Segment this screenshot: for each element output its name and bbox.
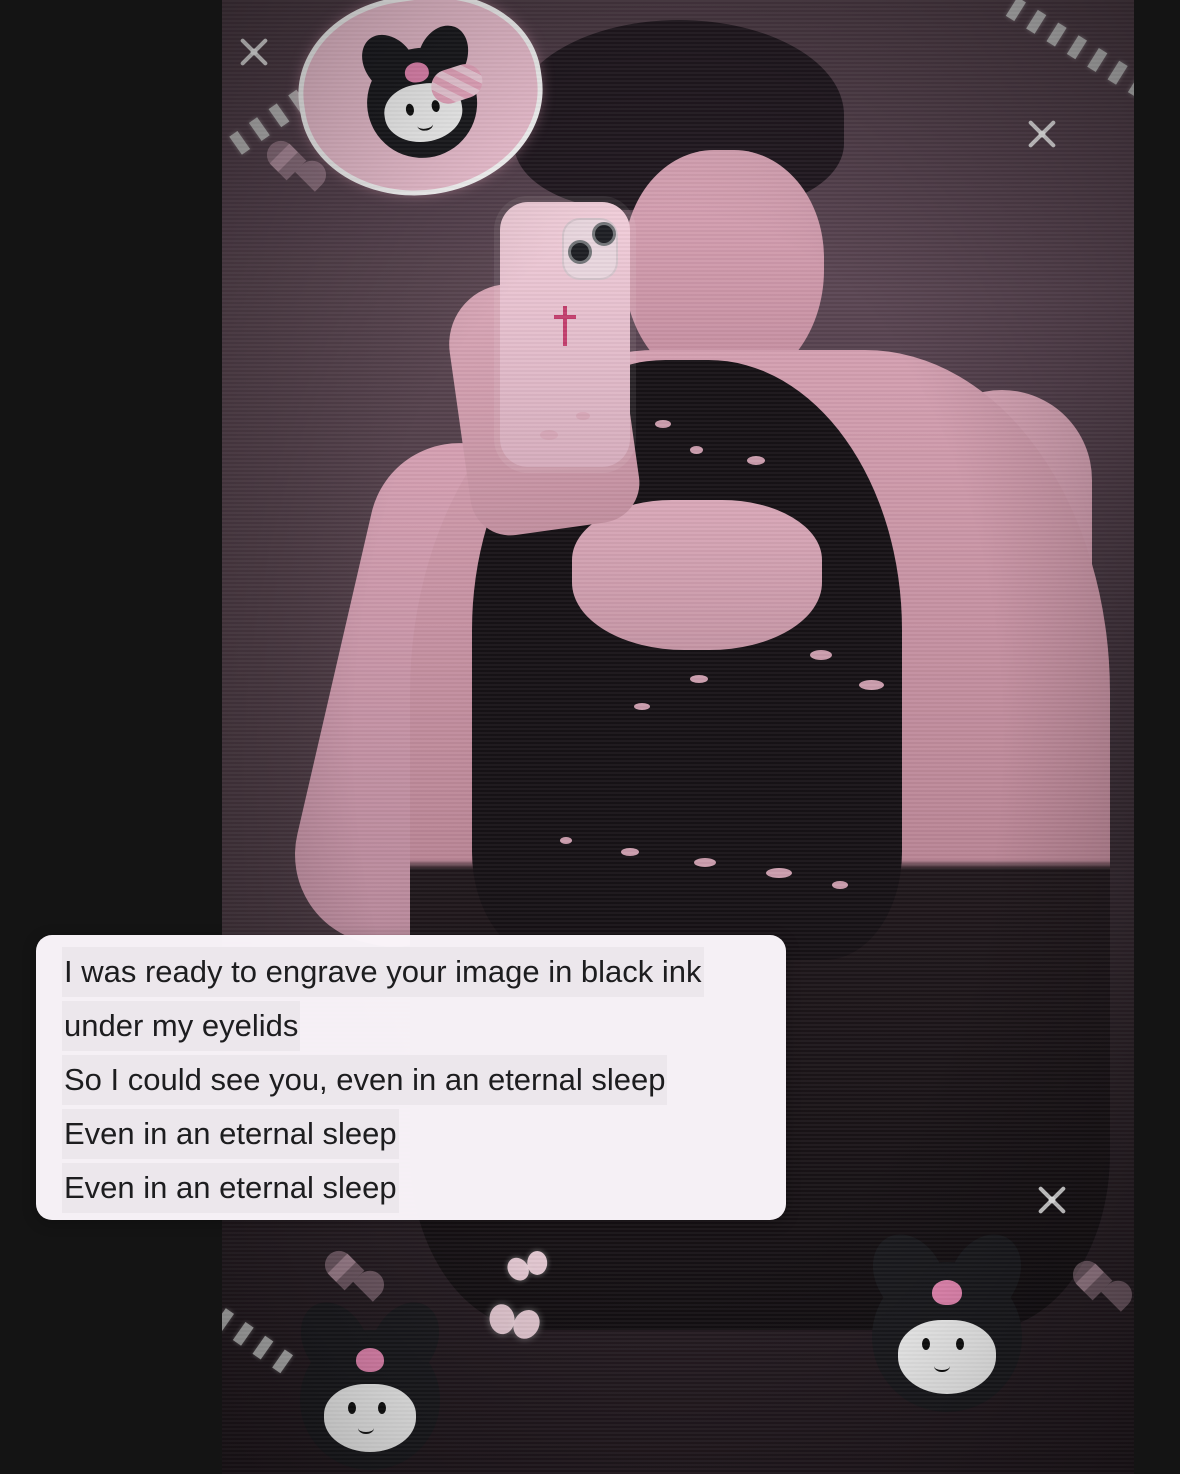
hole bbox=[655, 420, 671, 428]
camera-lens-icon bbox=[592, 222, 616, 246]
hole bbox=[694, 858, 716, 867]
character-head bbox=[350, 17, 487, 166]
sparkle-icon bbox=[237, 35, 271, 69]
character-eye bbox=[405, 103, 415, 117]
hole bbox=[747, 456, 765, 465]
character-eye bbox=[348, 1402, 356, 1414]
hole bbox=[576, 412, 590, 420]
character-face bbox=[898, 1320, 996, 1394]
hole bbox=[560, 837, 572, 844]
chain-icon bbox=[222, 1304, 299, 1378]
hole bbox=[621, 848, 639, 856]
hole bbox=[810, 650, 832, 660]
hole bbox=[690, 446, 703, 454]
character-mouth bbox=[934, 1360, 950, 1372]
cross-icon bbox=[554, 306, 576, 346]
hole bbox=[540, 430, 558, 440]
lyrics-caption: I was ready to engrave your image in bla… bbox=[36, 935, 786, 1220]
caption-line-2: under my eyelids bbox=[62, 1001, 301, 1051]
character-mouth bbox=[416, 117, 434, 132]
heart-character-sticker bbox=[291, 0, 551, 206]
character-mouth bbox=[358, 1422, 374, 1434]
caption-line-4: Even in an eternal sleep bbox=[62, 1109, 399, 1159]
hole bbox=[634, 703, 650, 710]
hole bbox=[690, 675, 708, 683]
chain-icon bbox=[1000, 0, 1134, 101]
caption-line-3: So I could see you, even in an eternal s… bbox=[62, 1055, 668, 1105]
story-page: I was ready to engrave your image in bla… bbox=[0, 0, 1180, 1474]
caption-line-1: I was ready to engrave your image in bla… bbox=[62, 947, 704, 997]
mirror-selfie-photo bbox=[222, 0, 1134, 1474]
lower-right-character-sticker bbox=[858, 1221, 1036, 1412]
top-cutout bbox=[572, 500, 822, 650]
sparkle-icon bbox=[1025, 117, 1059, 151]
character-eye bbox=[378, 1402, 386, 1414]
heart-icon bbox=[327, 1253, 365, 1291]
character-eye bbox=[956, 1338, 964, 1350]
phone-case bbox=[500, 202, 630, 467]
skull-icon bbox=[932, 1280, 962, 1305]
skull-icon bbox=[356, 1348, 384, 1372]
caption-line-5: Even in an eternal sleep bbox=[62, 1163, 399, 1213]
character-ear bbox=[357, 1290, 453, 1394]
lower-left-character-sticker bbox=[287, 1290, 453, 1470]
character-face bbox=[324, 1384, 416, 1452]
character-eye bbox=[922, 1338, 930, 1350]
camera-lens-icon bbox=[568, 240, 592, 264]
hole bbox=[832, 881, 848, 889]
hole bbox=[766, 868, 792, 878]
camera-module bbox=[562, 218, 618, 280]
hole bbox=[859, 680, 884, 690]
sparkle-icon bbox=[1035, 1183, 1069, 1217]
heart-icon bbox=[269, 143, 307, 181]
heart-icon bbox=[1075, 1263, 1113, 1301]
